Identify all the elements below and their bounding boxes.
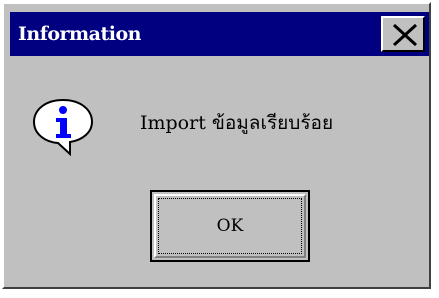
info-icon xyxy=(32,98,94,156)
close-icon xyxy=(392,23,418,47)
close-button[interactable] xyxy=(381,16,425,52)
ok-button-label: OK xyxy=(216,216,244,236)
message-text: Import ข้อมูลเรียบร้อย xyxy=(140,112,334,134)
title-bar[interactable]: Information xyxy=(10,12,429,56)
ok-button[interactable]: OK xyxy=(150,190,310,262)
dialog-title: Information xyxy=(18,23,141,45)
